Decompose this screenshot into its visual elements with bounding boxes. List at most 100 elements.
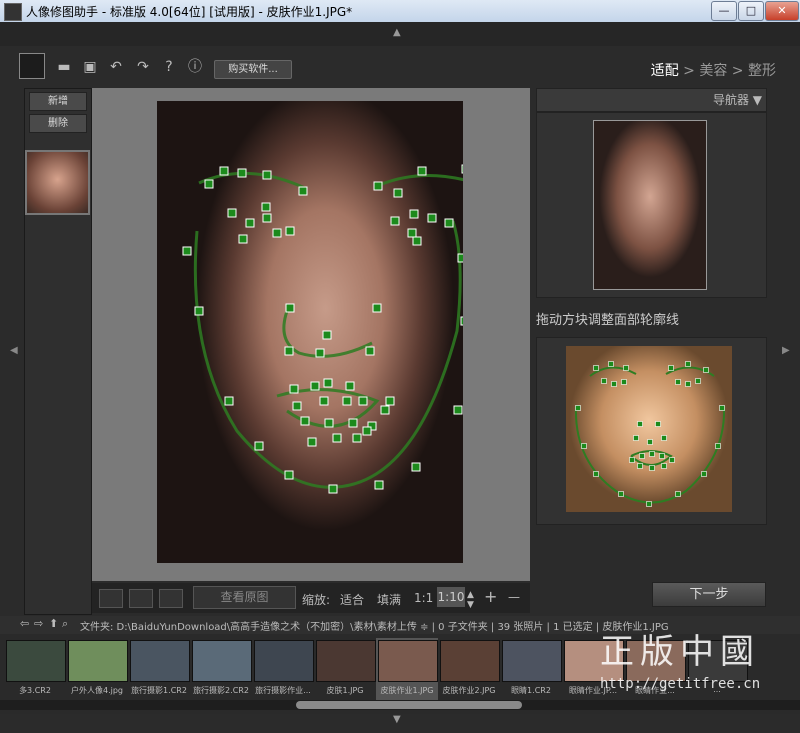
- up-folder-icon[interactable]: ⬆: [49, 617, 58, 630]
- filmstrip-thumbnail[interactable]: [130, 640, 190, 682]
- landmark-handle[interactable]: [182, 246, 192, 256]
- close-button[interactable]: ✕: [765, 1, 799, 21]
- landmark-handle[interactable]: [284, 346, 294, 356]
- maximize-button[interactable]: □: [738, 1, 764, 21]
- landmark-handle[interactable]: [457, 253, 463, 263]
- filmstrip-thumbnail[interactable]: [502, 640, 562, 682]
- landmark-handle[interactable]: [194, 306, 204, 316]
- landmark-handle[interactable]: [227, 208, 237, 218]
- filmstrip-thumbnail[interactable]: [68, 640, 128, 682]
- search-icon[interactable]: ⌕: [62, 617, 68, 631]
- landmark-handle[interactable]: [358, 396, 368, 406]
- landmark-handle[interactable]: [385, 396, 395, 406]
- landmark-handle[interactable]: [254, 441, 264, 451]
- landmark-handle[interactable]: [285, 226, 295, 236]
- landmark-handle[interactable]: [315, 348, 325, 358]
- landmark-handle[interactable]: [411, 462, 421, 472]
- filmstrip-thumbnail[interactable]: [316, 640, 376, 682]
- landmark-handle[interactable]: [322, 330, 332, 340]
- folder-icon[interactable]: ▬: [55, 58, 73, 76]
- landmark-handle[interactable]: [238, 234, 248, 244]
- filmstrip-thumbnail[interactable]: [440, 640, 500, 682]
- filmstrip-item[interactable]: 皮肤作业2.JPG: [438, 638, 500, 700]
- filmstrip-item[interactable]: 皮肤1.JPG: [314, 638, 376, 700]
- landmark-handle[interactable]: [365, 346, 375, 356]
- step-beauty[interactable]: 美容: [699, 63, 727, 79]
- landmark-handle[interactable]: [219, 166, 229, 176]
- split-horizontal-view-icon[interactable]: [159, 589, 183, 608]
- landmark-handle[interactable]: [374, 480, 384, 490]
- landmark-handle[interactable]: [284, 470, 294, 480]
- step-fit[interactable]: 适配: [651, 63, 679, 79]
- landmark-handle[interactable]: [285, 303, 295, 313]
- zoom-stepper-icon[interactable]: ▲ ▼: [467, 590, 474, 610]
- filmstrip-thumbnail[interactable]: [6, 640, 66, 682]
- landmark-handle[interactable]: [427, 213, 437, 223]
- collapse-left-icon[interactable]: ◀: [10, 345, 18, 356]
- landmark-handle[interactable]: [390, 216, 400, 226]
- landmark-handle[interactable]: [262, 170, 272, 180]
- landmark-handle[interactable]: [224, 396, 234, 406]
- portrait-photo[interactable]: [157, 101, 463, 563]
- landmark-handle[interactable]: [204, 179, 214, 189]
- landmark-handle[interactable]: [328, 484, 338, 494]
- step-reshape[interactable]: 整形: [748, 63, 776, 79]
- filmstrip-item[interactable]: 多3.CR2: [4, 638, 66, 700]
- filmstrip-item[interactable]: 旅行摄影1.CR2: [128, 638, 190, 700]
- buy-software-button[interactable]: 购买软件...: [214, 60, 292, 79]
- landmark-handle[interactable]: [362, 426, 372, 436]
- landmark-handle[interactable]: [272, 228, 282, 238]
- collapse-up-icon[interactable]: ▲: [393, 27, 401, 38]
- landmark-handle[interactable]: [262, 213, 272, 223]
- zoom-input[interactable]: 1:10: [437, 587, 465, 607]
- ratio-1-1-button[interactable]: 1:1: [414, 591, 433, 605]
- landmark-handle[interactable]: [380, 405, 390, 415]
- view-original-button[interactable]: 查看原图: [193, 586, 296, 609]
- collapse-down-icon[interactable]: ▼: [393, 714, 401, 725]
- landmark-handle[interactable]: [345, 381, 355, 391]
- forward-icon[interactable]: ⇨: [34, 617, 43, 630]
- minimize-button[interactable]: —: [711, 1, 737, 21]
- save-icon[interactable]: ▣: [81, 58, 99, 76]
- landmark-handle[interactable]: [319, 396, 329, 406]
- landmark-handle[interactable]: [237, 168, 247, 178]
- filmstrip-thumbnail[interactable]: [378, 640, 438, 682]
- landmark-handle[interactable]: [348, 418, 358, 428]
- navigator-label[interactable]: 导航器 ▼: [713, 91, 762, 108]
- landmark-handle[interactable]: [261, 202, 271, 212]
- landmark-handle[interactable]: [453, 405, 463, 415]
- filmstrip-item[interactable]: 旅行摄影作业...: [252, 638, 314, 700]
- zoom-out-button[interactable]: —: [508, 590, 520, 604]
- navigator-thumbnail[interactable]: [593, 120, 707, 290]
- landmark-handle[interactable]: [300, 416, 310, 426]
- landmark-handle[interactable]: [417, 166, 427, 176]
- landmark-handle[interactable]: [407, 228, 417, 238]
- filmstrip-item[interactable]: 旅行摄影2.CR2: [190, 638, 252, 700]
- landmark-handle[interactable]: [298, 186, 308, 196]
- split-vertical-view-icon[interactable]: [129, 589, 153, 608]
- landmark-handle[interactable]: [292, 401, 302, 411]
- landmark-handle[interactable]: [323, 378, 333, 388]
- landmark-handle[interactable]: [289, 384, 299, 394]
- filmstrip-item[interactable]: 眼睛1.CR2: [500, 638, 562, 700]
- zoom-in-button[interactable]: +: [484, 587, 497, 606]
- landmark-handle[interactable]: [324, 418, 334, 428]
- add-button[interactable]: 新增: [29, 92, 87, 111]
- face-thumbnail[interactable]: [25, 150, 90, 215]
- filmstrip-item[interactable]: 皮肤作业1.JPG: [376, 638, 438, 700]
- back-icon[interactable]: ⇦: [20, 617, 29, 630]
- landmark-handle[interactable]: [307, 437, 317, 447]
- landmark-handle[interactable]: [352, 433, 362, 443]
- collapse-right-icon[interactable]: ▶: [782, 345, 790, 356]
- landmark-handle[interactable]: [460, 316, 463, 326]
- undo-icon[interactable]: ↶: [107, 58, 125, 76]
- landmark-handle[interactable]: [342, 396, 352, 406]
- landmark-handle[interactable]: [310, 381, 320, 391]
- next-step-button[interactable]: 下一步: [652, 582, 766, 607]
- fit-button[interactable]: 适合: [340, 591, 364, 608]
- info-icon[interactable]: ⓘ: [186, 58, 204, 76]
- filmstrip-thumbnail[interactable]: [254, 640, 314, 682]
- help-icon[interactable]: ?: [160, 58, 178, 76]
- landmark-handle[interactable]: [373, 181, 383, 191]
- filmstrip-thumbnail[interactable]: [192, 640, 252, 682]
